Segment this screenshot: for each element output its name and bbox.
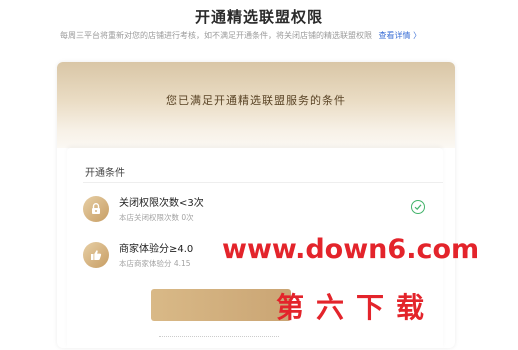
condition-title: 关闭权限次数<3次 <box>119 198 204 209</box>
page-title: 开通精选联盟权限 <box>194 8 323 26</box>
divider <box>83 182 443 183</box>
notice-text: 每周三平台将重新对您的店铺进行考核，如不满足开通条件，将关闭店铺的精选联盟权限 <box>60 31 372 40</box>
check-circle-icon <box>411 200 425 214</box>
notice-bar: 每周三平台将重新对您的店铺进行考核，如不满足开通条件，将关闭店铺的精选联盟权限 … <box>60 30 480 41</box>
open-service-button[interactable] <box>151 289 291 321</box>
page: 开通精选联盟权限 每周三平台将重新对您的店铺进行考核，如不满足开通条件，将关闭店… <box>0 0 518 350</box>
watermark-name: 第六下载 <box>276 291 437 324</box>
lock-icon <box>83 196 109 222</box>
banner: 您已满足开通精选联盟服务的条件 <box>57 62 455 148</box>
banner-title: 您已满足开通精选联盟服务的条件 <box>166 94 346 107</box>
agreement-line <box>159 336 279 339</box>
condition-item-close-count: 关闭权限次数<3次 本店关闭权限次数 0次 <box>83 192 443 226</box>
view-details-link[interactable]: 查看详情 〉 <box>379 31 422 40</box>
watermark-url: www.down6.com <box>222 234 480 265</box>
condition-title: 商家体验分≥4.0 <box>119 244 194 255</box>
thumbs-up-icon <box>83 242 109 268</box>
condition-subtitle: 本店关闭权限次数 0次 <box>119 213 194 222</box>
conditions-label: 开通条件 <box>85 168 125 179</box>
condition-subtitle: 本店商家体验分 4.15 <box>119 259 191 268</box>
